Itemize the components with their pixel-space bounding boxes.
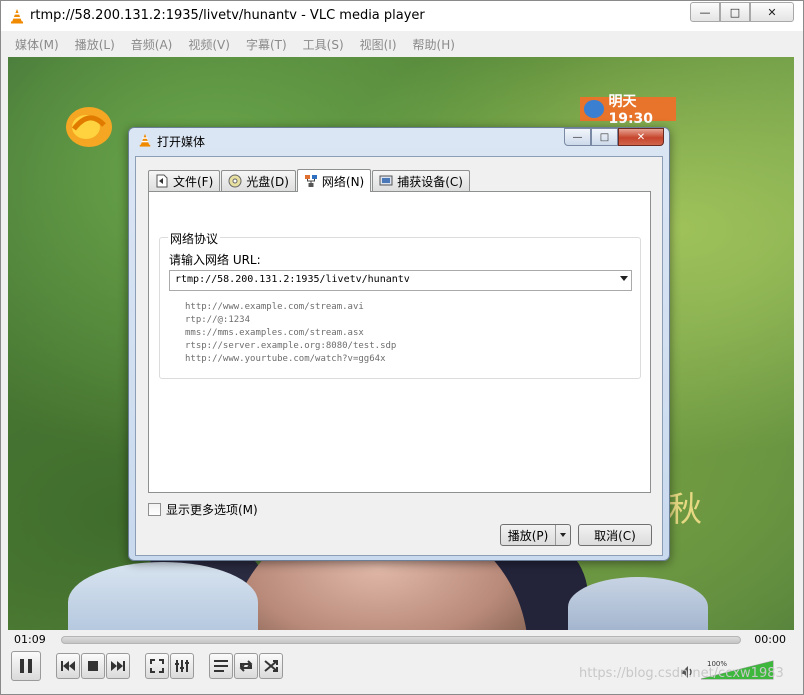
- playlist-icon: [214, 660, 228, 672]
- file-icon: [156, 174, 168, 188]
- menu-help[interactable]: 帮助(H): [405, 33, 463, 55]
- skip-back-icon: [61, 661, 75, 671]
- tab-network[interactable]: 网络(N): [296, 169, 372, 192]
- chevron-down-icon: [560, 533, 566, 537]
- extended-settings-button[interactable]: [170, 653, 194, 679]
- fullscreen-icon: [150, 659, 164, 673]
- group-title: 网络协议: [168, 230, 221, 247]
- next-button[interactable]: [106, 653, 130, 679]
- example-line: http://www.yourtube.com/watch?v=gg64x: [185, 354, 386, 364]
- example-line: mms://mms.examples.com/stream.asx: [185, 328, 364, 338]
- example-line: http://www.example.com/stream.avi: [185, 302, 364, 312]
- timeline-row: 01:09 00:00: [1, 631, 803, 649]
- url-input[interactable]: rtmp://58.200.131.2:1935/livetv/hunantv: [169, 270, 632, 291]
- elapsed-time: 01:09: [14, 633, 46, 646]
- window-title: rtmp://58.200.131.2:1935/livetv/hunantv …: [30, 8, 425, 23]
- disc-icon: [228, 174, 242, 188]
- network-icon: [304, 175, 317, 187]
- more-options-row[interactable]: 显示更多选项(M): [148, 501, 258, 518]
- tab-file-label: 文件(F): [173, 174, 214, 189]
- dialog-close-button[interactable]: ✕: [618, 128, 664, 146]
- menu-view[interactable]: 视图(I): [352, 33, 405, 55]
- menu-video[interactable]: 视频(V): [180, 33, 238, 55]
- playlist-button[interactable]: [209, 653, 233, 679]
- play-button[interactable]: 播放(P): [501, 525, 556, 545]
- tab-disc-label: 光盘(D): [246, 174, 289, 189]
- play-split-button: 播放(P): [500, 524, 571, 546]
- shuffle-icon: [264, 660, 278, 672]
- dialog-minimize-button[interactable]: —: [564, 128, 591, 146]
- minimize-button[interactable]: —: [690, 2, 720, 22]
- play-options-dropdown[interactable]: [556, 525, 570, 545]
- dialog-title: 打开媒体: [157, 135, 206, 149]
- dialog-window-controls: — □ ✕: [564, 128, 664, 146]
- example-line: rtsp://server.example.org:8080/test.sdp: [185, 341, 397, 351]
- vlc-cone-icon: [139, 133, 151, 147]
- fullscreen-button[interactable]: [145, 653, 169, 679]
- dropdown-arrow-icon[interactable]: [620, 276, 628, 281]
- stop-icon: [88, 661, 98, 671]
- tab-capture-device-label: 捕获设备(C): [397, 174, 463, 189]
- maximize-button[interactable]: □: [720, 2, 750, 22]
- loop-icon: [239, 660, 253, 672]
- cancel-button[interactable]: 取消(C): [578, 524, 652, 546]
- channel-badge-text: 明天19:30: [608, 94, 654, 127]
- vlc-cone-icon: [11, 9, 23, 24]
- menu-subtitle[interactable]: 字幕(T): [238, 33, 295, 55]
- menu-playback[interactable]: 播放(L): [67, 33, 123, 55]
- stop-button[interactable]: [81, 653, 105, 679]
- network-tab-panel: 网络协议 请输入网络 URL: rtmp://58.200.131.2:1935…: [148, 191, 651, 493]
- seek-slider[interactable]: [61, 636, 741, 644]
- menu-bar: 媒体(M) 播放(L) 音频(A) 视频(V) 字幕(T) 工具(S) 视图(I…: [1, 33, 803, 55]
- dialog-body: 文件(F) 光盘(D) 网络(N) 捕获设备(C) 网络协议 请输入网络 URL…: [135, 156, 663, 556]
- url-examples: http://www.example.com/stream.avi rtp://…: [185, 301, 396, 366]
- dialog-maximize-button[interactable]: □: [591, 128, 618, 146]
- more-options-checkbox[interactable]: [148, 503, 161, 516]
- url-label: 请输入网络 URL:: [169, 253, 261, 267]
- hunan-tv-logo-icon: [66, 107, 112, 147]
- skip-forward-icon: [111, 661, 125, 671]
- loop-button[interactable]: [234, 653, 258, 679]
- window-controls: — □ ✕: [690, 2, 794, 22]
- close-button[interactable]: ✕: [750, 2, 794, 22]
- pause-icon: [20, 659, 32, 673]
- video-figure-cloth-right: [568, 577, 708, 630]
- title-bar: rtmp://58.200.131.2:1935/livetv/hunantv …: [1, 1, 803, 31]
- network-protocol-group: 网络协议 请输入网络 URL: rtmp://58.200.131.2:1935…: [159, 230, 641, 379]
- shuffle-button[interactable]: [259, 653, 283, 679]
- tab-capture-device[interactable]: 捕获设备(C): [372, 170, 470, 191]
- channel-badge: 明天19:30: [580, 94, 676, 127]
- menu-tools[interactable]: 工具(S): [295, 33, 352, 55]
- example-line: rtp://@:1234: [185, 315, 251, 325]
- badge-logo-icon: [584, 100, 605, 118]
- csdn-watermark: https://blog.csdn.net/ccxw1983: [579, 666, 784, 681]
- tab-network-label: 网络(N): [321, 174, 365, 189]
- capture-device-icon: [379, 175, 393, 186]
- pause-button[interactable]: [11, 651, 41, 681]
- menu-media[interactable]: 媒体(M): [7, 33, 67, 55]
- total-time: 00:00: [754, 633, 786, 646]
- equalizer-icon: [175, 660, 189, 672]
- menu-audio[interactable]: 音频(A): [123, 33, 181, 55]
- url-input-value: rtmp://58.200.131.2:1935/livetv/hunantv: [175, 274, 410, 285]
- tab-disc[interactable]: 光盘(D): [221, 170, 296, 191]
- tab-bar: 文件(F) 光盘(D) 网络(N) 捕获设备(C): [148, 169, 471, 192]
- tab-file[interactable]: 文件(F): [148, 170, 221, 191]
- more-options-label: 显示更多选项(M): [166, 503, 258, 517]
- video-overlay-text: 秋: [668, 490, 702, 530]
- previous-button[interactable]: [56, 653, 80, 679]
- open-media-dialog: 打开媒体 — □ ✕ 文件(F) 光盘(D) 网络(N) 捕获设备(C) 网络协…: [128, 127, 670, 561]
